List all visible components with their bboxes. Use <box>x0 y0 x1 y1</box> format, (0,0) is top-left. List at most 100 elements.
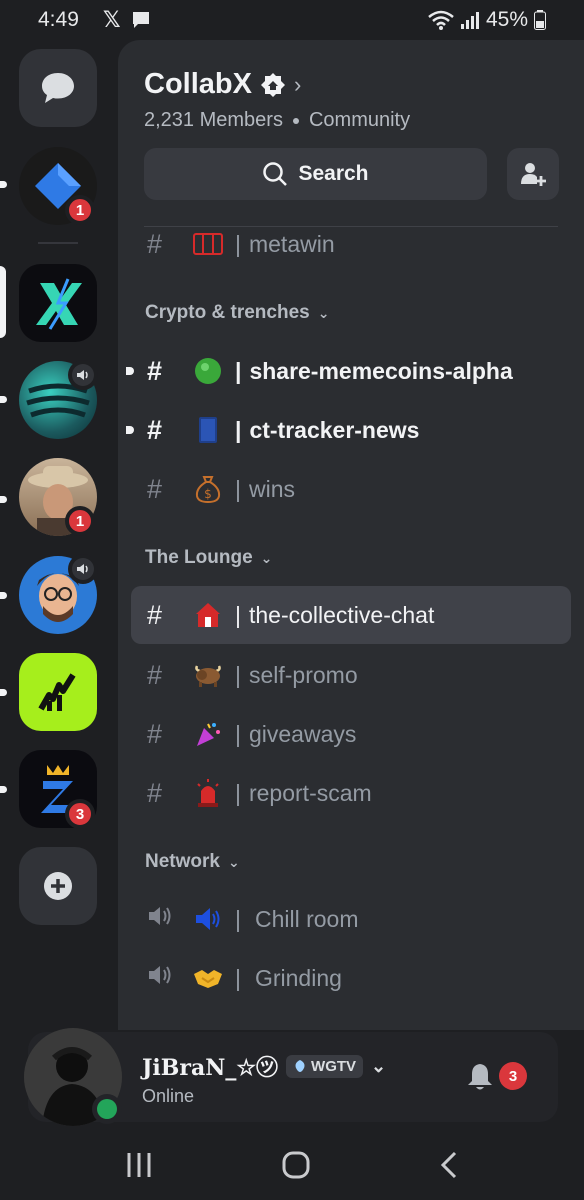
text-channel-icon: # <box>147 777 163 808</box>
meta-separator <box>292 117 299 124</box>
user-menu-chevron-icon[interactable]: ⌄ <box>371 1056 386 1077</box>
text-channel-icon: # <box>147 659 163 690</box>
category-lounge[interactable]: The Lounge ⌄ <box>145 547 272 569</box>
chevron-down-icon: ⌄ <box>260 549 273 566</box>
channel-separator: | <box>235 416 242 443</box>
server-icon-green[interactable] <box>19 653 97 731</box>
green-chart-logo-icon <box>38 673 76 711</box>
server-rail: 1 1 3 <box>0 40 118 1040</box>
user-status: Online <box>142 1086 195 1106</box>
channel-ct-tracker-news[interactable]: # | ct-tracker-news <box>126 402 571 458</box>
chevron-right-icon: › <box>293 71 302 97</box>
notifications-button[interactable] <box>466 1062 494 1097</box>
server-unread-pill <box>0 592 7 599</box>
voice-channel-chill-room[interactable]: | Chill room <box>131 891 571 947</box>
chevron-down-icon: ⌄ <box>227 853 240 870</box>
channel-wins[interactable]: # $ | wins <box>131 461 571 517</box>
slot-machine-icon <box>187 229 229 259</box>
voice-active-indicator <box>68 554 98 584</box>
voice-channel-icon <box>147 963 177 994</box>
blue-speaker-icon <box>187 904 229 934</box>
voice-channel-icon <box>147 904 177 935</box>
server-icon-collabx[interactable] <box>19 264 97 342</box>
channel-metawin[interactable]: # | metawin <box>131 216 571 272</box>
online-status-indicator <box>92 1094 122 1124</box>
selected-server-pill <box>0 266 6 338</box>
voice-active-indicator <box>68 360 98 390</box>
channel-separator: | <box>235 661 241 688</box>
community-badge-icon <box>260 72 285 97</box>
server-cowboy-badge: 1 <box>65 506 95 536</box>
text-channel-icon: # <box>147 718 163 749</box>
server-unread-pill <box>0 181 7 188</box>
channel-name: giveaways <box>248 720 357 747</box>
channel-name: ct-tracker-news <box>249 416 420 443</box>
handshake-icon <box>187 963 229 993</box>
plus-icon <box>44 872 72 900</box>
channel-giveaways[interactable]: # | giveaways <box>131 706 571 762</box>
channel-separator: | <box>235 357 242 384</box>
channel-separator: | <box>235 964 241 991</box>
channel-report-scam[interactable]: # | report-scam <box>131 765 571 821</box>
server-unread-pill <box>0 689 7 696</box>
text-channel-icon: # <box>147 228 163 259</box>
siren-icon <box>187 778 229 808</box>
party-popper-icon <box>187 719 229 749</box>
search-button[interactable]: Search <box>144 148 487 200</box>
bell-icon <box>468 1064 492 1090</box>
guild-header[interactable]: CollabX › 2,231 Members Community <box>144 68 410 132</box>
dm-bubble-icon <box>42 73 74 103</box>
channel-separator: | <box>235 475 241 502</box>
search-label: Search <box>298 162 369 185</box>
red-house-icon <box>187 600 229 630</box>
user-name-row: JiBraN_☆㋡ WGTV ⌄ <box>142 1050 386 1082</box>
channel-name: self-promo <box>248 661 358 688</box>
unread-indicator <box>126 367 134 375</box>
home-icon[interactable] <box>281 1150 311 1180</box>
channel-panel: CollabX › 2,231 Members Community Search… <box>118 40 584 1030</box>
add-server-button[interactable] <box>19 847 97 925</box>
channel-share-memecoins-alpha[interactable]: # | share-memecoins-alpha <box>126 343 571 399</box>
channel-separator: | <box>235 601 241 628</box>
clan-tag[interactable]: WGTV <box>286 1054 364 1078</box>
back-icon[interactable] <box>438 1150 460 1180</box>
channel-name: metawin <box>248 230 335 257</box>
server-unread-pill <box>0 396 7 403</box>
text-channel-icon: # <box>147 414 163 445</box>
money-bag-icon: $ <box>187 474 229 504</box>
server-unread-pill <box>0 496 7 503</box>
direct-messages-button[interactable] <box>19 49 97 127</box>
category-name: The Lounge <box>145 547 253 568</box>
battery-icon <box>534 10 546 30</box>
channel-name: report-scam <box>248 779 372 806</box>
ox-icon <box>187 660 229 690</box>
speaker-icon <box>77 564 88 574</box>
channel-name: share-memecoins-alpha <box>249 357 513 384</box>
wifi-icon <box>428 10 454 30</box>
blue-book-icon <box>187 415 229 445</box>
recent-apps-icon[interactable] <box>124 1151 154 1179</box>
search-icon <box>263 162 288 186</box>
server-z-badge: 3 <box>65 799 95 829</box>
clan-tag-label: WGTV <box>311 1057 357 1075</box>
green-circle-icon <box>187 356 229 386</box>
speaker-icon <box>77 370 88 380</box>
svg-text:$: $ <box>204 487 212 501</box>
category-crypto[interactable]: Crypto & trenches ⌄ <box>145 302 329 324</box>
channel-self-promo[interactable]: # | self-promo <box>131 647 571 703</box>
invite-members-button[interactable] <box>507 148 559 200</box>
x-lightning-logo-icon <box>36 278 82 330</box>
text-channel-icon: # <box>147 599 163 630</box>
channel-separator: | <box>235 905 241 932</box>
text-channel-icon: # <box>147 355 163 386</box>
clan-badge-icon <box>295 1060 305 1072</box>
channel-separator: | <box>235 230 241 257</box>
server-1-badge: 1 <box>65 195 95 225</box>
category-network[interactable]: Network ⌄ <box>145 851 240 873</box>
channel-the-collective-chat[interactable]: # | the-collective-chat <box>131 586 571 644</box>
x-app-icon: 𝕏 <box>102 7 121 32</box>
guild-type: Community <box>308 109 411 131</box>
voice-channel-grinding[interactable]: | Grinding <box>131 950 571 1006</box>
channel-name: wins <box>248 475 295 502</box>
chevron-down-icon: ⌄ <box>317 304 330 321</box>
